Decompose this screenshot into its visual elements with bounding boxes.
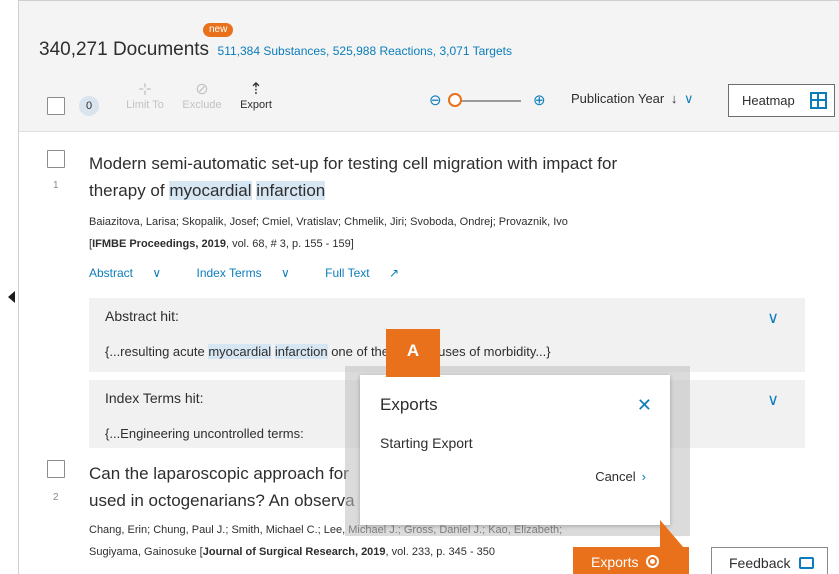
collapse-left-arrow-icon[interactable]: [8, 291, 15, 303]
export-label: Export: [240, 99, 272, 111]
export-status: Starting Export: [380, 435, 473, 451]
select-all-checkbox[interactable]: [47, 97, 65, 115]
search-term-highlight: myocardial: [208, 344, 272, 359]
substances-link[interactable]: 511,384 Substances,: [218, 44, 330, 58]
exclude-button[interactable]: ⊘ Exclude: [177, 81, 227, 111]
result-source: [IFMBE Proceedings, 2019, vol. 68, # 3, …: [89, 238, 354, 250]
result-links: Abstract ∨ Index Terms ∨ Full Text ↗: [89, 266, 431, 280]
result-title-line2: used in octogenarians? An observa: [89, 491, 355, 510]
source-journal: Journal of Surgical Research, 2019: [202, 546, 386, 558]
selected-count-badge: 0: [79, 96, 99, 116]
dialog-title: Exports: [380, 395, 438, 414]
result-title-line2: therapy of: [89, 181, 170, 200]
close-icon[interactable]: ✕: [637, 395, 652, 416]
result-title[interactable]: Can the laparoscopic approach for used i…: [89, 460, 355, 514]
abstract-hit-panel: Abstract hit: ∨ {...resulting acute myoc…: [89, 298, 805, 372]
source-authors-tail: Sugiyama, Gainosuke [: [89, 546, 203, 558]
progress-ring-icon: [646, 555, 660, 568]
feedback-button[interactable]: Feedback: [711, 547, 828, 574]
abstract-hit-title: Abstract hit:: [105, 308, 179, 324]
source-details: , vol. 68, # 3, p. 155 - 159]: [225, 238, 354, 250]
cancel-button[interactable]: Cancel ›: [595, 469, 646, 484]
limit-to-button[interactable]: ⊹ Limit To: [115, 81, 175, 111]
result-title[interactable]: Modern semi-automatic set-up for testing…: [89, 150, 617, 204]
chevron-down-icon: ∨: [280, 266, 290, 280]
chevron-down-icon: ∨: [684, 91, 694, 106]
result-title-line1: Can the laparoscopic approach for: [89, 464, 349, 483]
sort-dropdown[interactable]: Publication Year ↓ ∨: [571, 91, 694, 107]
zoom-slider-track[interactable]: [455, 100, 521, 102]
index-terms-hit-title: Index Terms hit:: [105, 390, 204, 406]
documents-count[interactable]: 340,271 Documents: [39, 39, 209, 60]
sort-descending-icon: ↓: [670, 91, 678, 106]
index-terms-hit-text: {...Engineering uncontrolled terms:: [105, 426, 304, 441]
crosshair-icon: ⊹: [138, 81, 152, 98]
result-title-line1: Modern semi-automatic set-up for testing…: [89, 154, 618, 173]
heatmap-button[interactable]: Heatmap: [728, 84, 835, 117]
export-button[interactable]: ⇡ Export: [231, 81, 281, 111]
source-details: , vol. 233, p. 345 - 350: [385, 546, 496, 558]
reactions-link[interactable]: 525,988 Reactions,: [333, 44, 436, 58]
zoom-out-icon[interactable]: ⊖: [429, 91, 442, 109]
result-authors: Baiazitova, Larisa; Skopalik, Josef; Cmi…: [89, 216, 568, 228]
feedback-label: Feedback: [729, 555, 791, 571]
search-term-highlight: infarction: [274, 344, 328, 359]
source-journal: IFMBE Proceedings, 2019: [92, 238, 226, 250]
chevron-down-icon[interactable]: ∨: [767, 308, 779, 328]
index-terms-label: Index Terms: [196, 266, 262, 280]
annotation-marker: A: [386, 329, 440, 377]
full-text-link[interactable]: Full Text ↗: [325, 266, 415, 280]
heatmap-label: Heatmap: [742, 93, 795, 108]
results-toolbar: 0 ⊹ Limit To ⊘ Exclude ⇡ Export ⊖ ⊕ Publ…: [19, 77, 839, 121]
abstract-toggle[interactable]: Abstract ∨: [89, 266, 177, 280]
sort-label: Publication Year: [571, 91, 665, 106]
chevron-right-icon: ›: [641, 469, 646, 484]
full-text-label: Full Text: [325, 266, 370, 280]
new-badge: new: [203, 23, 234, 37]
chevron-down-icon[interactable]: ∨: [767, 390, 779, 410]
chat-bubble-icon: [799, 557, 815, 569]
abstract-hit-text: {...resulting acute myocardial infarctio…: [105, 344, 551, 359]
cancel-label: Cancel: [595, 469, 636, 484]
abstract-hit-pre: {...resulting acute: [105, 344, 209, 359]
external-link-icon: ↗: [388, 266, 399, 280]
abstract-label: Abstract: [89, 266, 134, 280]
index-terms-toggle[interactable]: Index Terms ∨: [197, 266, 306, 280]
exports-button[interactable]: Exports: [573, 547, 689, 574]
limit-to-label: Limit To: [126, 99, 164, 111]
upload-icon: ⇡: [249, 81, 263, 98]
result-source: Sugiyama, Gainosuke [Journal of Surgical…: [89, 546, 495, 558]
exclude-label: Exclude: [182, 99, 222, 111]
exports-label: Exports: [591, 554, 639, 570]
zoom-slider-handle[interactable]: [448, 93, 462, 107]
exports-dialog: Exports ✕ Starting Export Cancel ›: [360, 375, 670, 525]
search-term-highlight: myocardial: [169, 181, 252, 200]
ban-icon: ⊘: [195, 81, 209, 98]
results-header: new 340,271 Documents 511,384 Substances…: [19, 1, 839, 132]
search-term-highlight: infarction: [256, 181, 326, 200]
results-summary: 340,271 Documents 511,384 Substances, 52…: [39, 39, 512, 61]
result-checkbox[interactable]: [47, 150, 65, 168]
result-number: 2: [53, 492, 59, 503]
grid-icon: [810, 92, 827, 109]
result-checkbox[interactable]: [47, 460, 65, 478]
result-number: 1: [53, 180, 59, 191]
targets-link[interactable]: 3,071 Targets: [439, 44, 512, 58]
chevron-down-icon: ∨: [152, 266, 162, 280]
zoom-in-icon[interactable]: ⊕: [533, 91, 546, 109]
